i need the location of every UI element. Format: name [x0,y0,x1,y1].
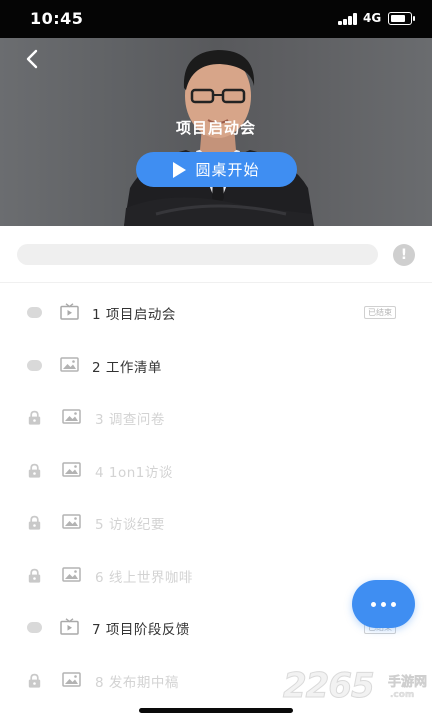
list-item-1[interactable]: 1 项目启动会 已结束 [0,286,432,339]
image-icon [60,356,79,372]
image-icon [62,566,81,582]
list-item-4[interactable]: 4 1on1访谈 [0,444,432,497]
list-item-5[interactable]: 5 访谈纪要 [0,496,432,549]
status-dot-icon [27,307,42,318]
divider [0,282,432,283]
lock-icon [28,568,41,583]
more-button[interactable] [352,580,415,628]
status-dot-icon [27,359,42,371]
info-icon[interactable]: ! [393,244,415,266]
play-icon [173,161,187,178]
home-indicator [139,708,293,713]
watermark-brand: 手游网 [388,675,428,691]
lock-icon [28,463,41,478]
video-icon [60,303,79,320]
search-bar[interactable] [17,244,378,265]
item-label: 1 项目启动会 [92,307,176,323]
item-label: 7 项目阶段反馈 [92,622,190,638]
battery-icon [388,12,415,25]
status-badge: 已结束 [364,306,396,319]
lock-icon [28,673,41,688]
image-icon [62,514,81,529]
image-icon [62,461,81,477]
list-item-3[interactable]: 3 调查问卷 [0,391,432,444]
item-label: 2 工作清单 [92,359,162,376]
start-roundtable-button[interactable]: 圆桌开始 [136,152,297,187]
more-dot-icon [391,601,396,607]
hero-banner: 项目启动会 圆桌开始 [0,38,432,226]
video-icon [60,618,79,635]
network-type: 4G [363,11,382,25]
item-label: 8 发布期中稿 [95,674,179,691]
watermark-number: 2265 [283,666,376,707]
item-label: 6 线上世界咖啡 [95,569,193,586]
lock-icon [28,410,41,425]
activity-list: 1 项目启动会 已结束 2 工作清单 3 调查问卷 4 1on1访谈 5 访谈纪… [0,286,432,706]
status-bar: 10:45 4G [0,0,432,38]
signal-icon [338,13,358,25]
item-label: 3 调查问卷 [95,412,165,428]
item-label: 5 访谈纪要 [95,517,165,533]
image-icon [62,409,81,424]
battery-level [390,14,405,22]
lock-icon [28,515,41,530]
item-label: 4 1on1访谈 [95,464,173,481]
more-dot-icon [381,601,386,607]
more-dot-icon [371,601,376,607]
start-button-label: 圆桌开始 [195,161,260,179]
status-dot-icon [27,622,42,633]
status-time: 10:45 [30,9,84,28]
page-title: 项目启动会 [175,119,256,137]
image-icon [62,671,81,687]
back-icon[interactable] [22,48,42,70]
watermark-logo: 2265 手游网 .com [283,666,432,712]
watermark-url: .com [390,690,415,700]
list-item-2[interactable]: 2 工作清单 [0,339,432,392]
